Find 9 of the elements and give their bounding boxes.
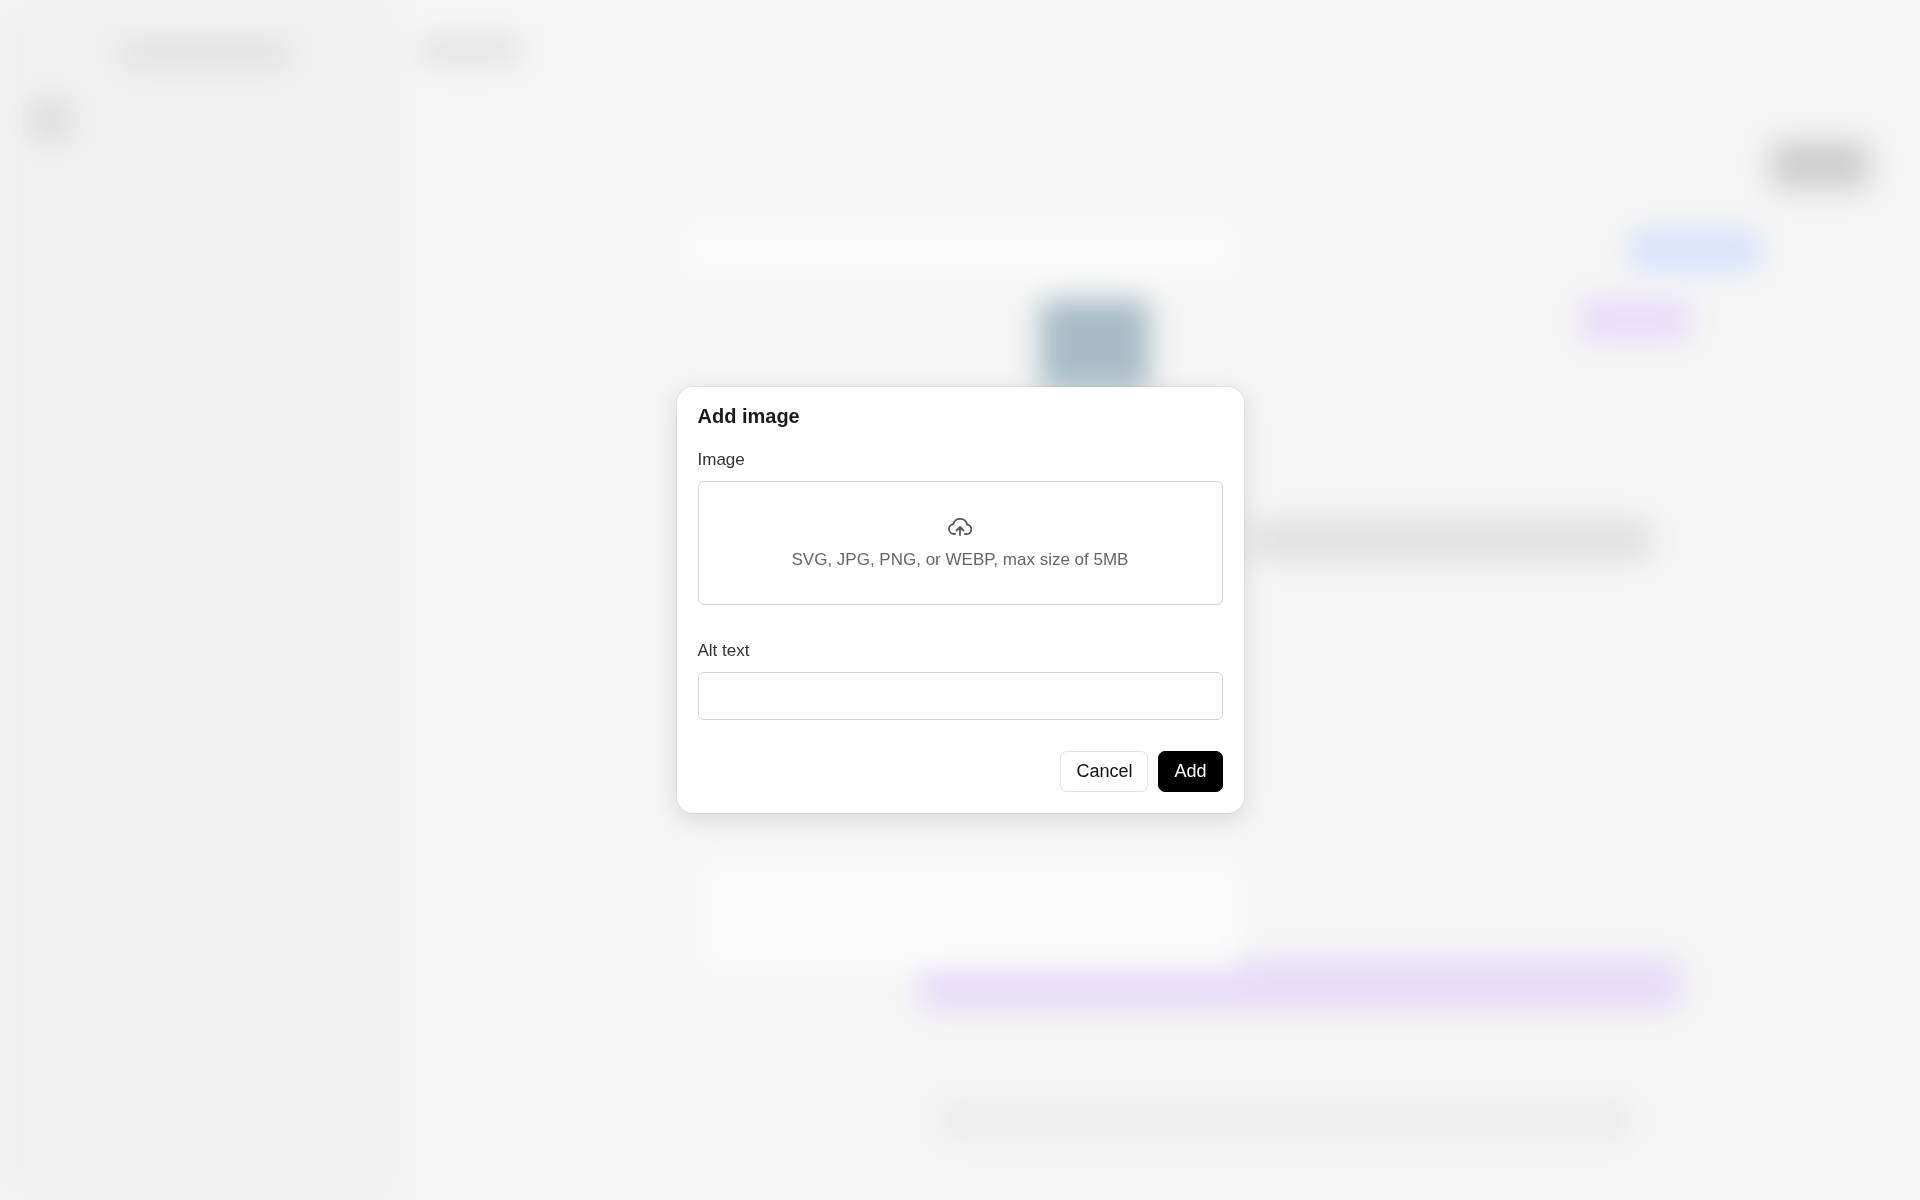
file-type-hint: SVG, JPG, PNG, or WEBP, max size of 5MB — [791, 550, 1129, 570]
alt-text-label: Alt text — [697, 641, 750, 661]
add-button[interactable]: Add — [1158, 751, 1223, 792]
dialog-title: Add image — [697, 405, 801, 428]
cancel-button[interactable]: Cancel — [1060, 751, 1149, 792]
cloud-upload-icon — [948, 516, 972, 538]
alt-text-field[interactable] — [697, 672, 1223, 720]
image-label: Image — [697, 450, 745, 470]
image-dropzone[interactable]: SVG, JPG, PNG, or WEBP, max size of 5MB — [697, 481, 1223, 605]
